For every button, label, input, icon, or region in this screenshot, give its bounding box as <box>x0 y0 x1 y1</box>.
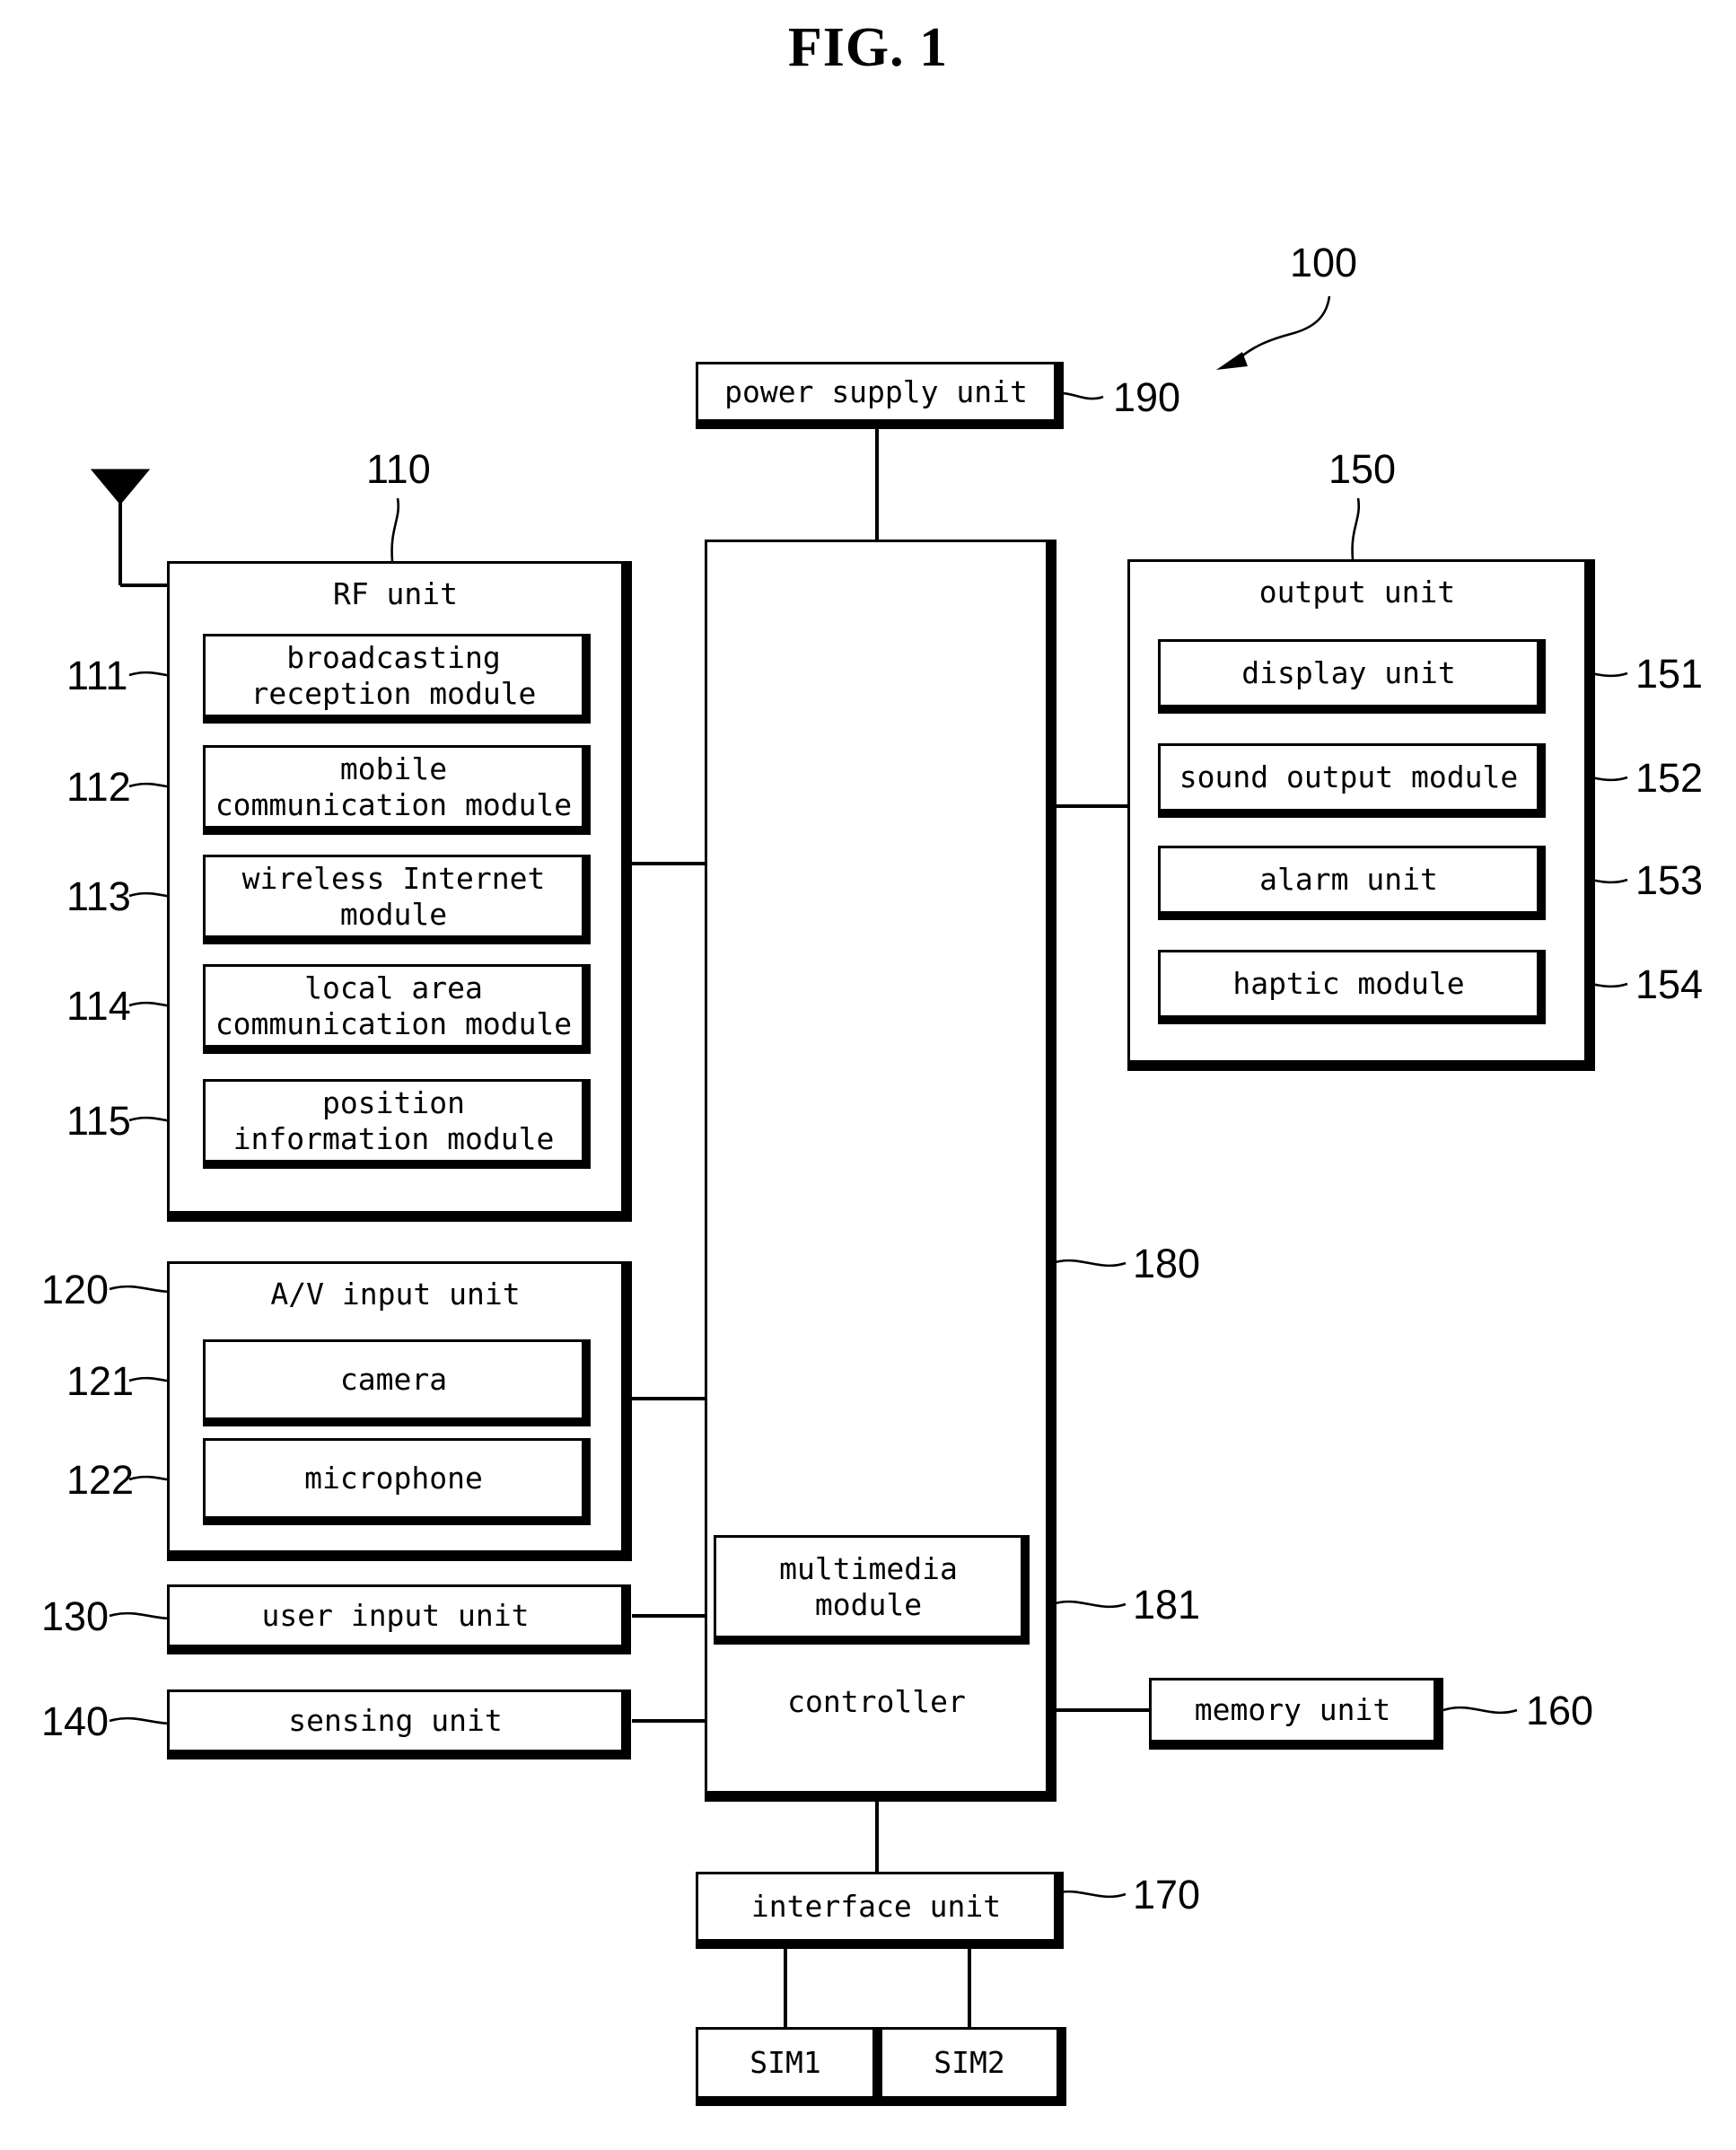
ref-153: 153 <box>1635 857 1704 903</box>
microphone-box: microphone <box>203 1438 584 1519</box>
ref-140: 140 <box>41 1698 110 1744</box>
ref-112: 112 <box>66 764 131 810</box>
ref-170: 170 <box>1133 1872 1201 1917</box>
ref-160: 160 <box>1526 1688 1594 1733</box>
wireless-internet-module-box: wireless Internet module <box>203 855 584 938</box>
ref-190: 190 <box>1113 374 1181 420</box>
ref-152: 152 <box>1635 755 1704 801</box>
user-input-unit-box: user input unit <box>167 1584 624 1647</box>
ref-150: 150 <box>1328 446 1397 492</box>
local-area-communication-module-box: local area communication module <box>203 964 584 1048</box>
ref-121: 121 <box>66 1358 135 1404</box>
figure-title: FIG. 1 <box>787 17 949 78</box>
power-supply-unit-label: power supply unit <box>724 373 1028 409</box>
memory-unit-label: memory unit <box>1194 1692 1391 1727</box>
display-unit-box: display unit <box>1158 639 1539 707</box>
camera-box: camera <box>203 1339 584 1420</box>
ref-110: 110 <box>366 446 431 492</box>
position-information-module-box: position information module <box>203 1079 584 1163</box>
ref-113: 113 <box>66 873 131 919</box>
broadcasting-reception-module-box: broadcasting reception module <box>203 634 584 717</box>
multimedia-module-label: multimedia module <box>779 1550 958 1622</box>
sim1-label: SIM1 <box>750 2045 821 2080</box>
sim2-box: SIM2 <box>880 2027 1059 2099</box>
alarm-unit-label: alarm unit <box>1259 862 1438 897</box>
haptic-module-label: haptic module <box>1232 966 1465 1001</box>
sensing-unit-box: sensing unit <box>167 1689 624 1752</box>
patent-figure-page: FIG. 1 power supply unit 190 100 RF unit… <box>0 0 1736 2150</box>
microphone-label: microphone <box>304 1461 483 1496</box>
haptic-module-box: haptic module <box>1158 950 1539 1018</box>
sim2-label: SIM2 <box>934 2045 1005 2080</box>
antenna-icon <box>90 469 151 505</box>
sound-output-module-label: sound output module <box>1179 759 1519 794</box>
interface-unit-box: interface unit <box>696 1872 1057 1942</box>
camera-label: camera <box>339 1362 448 1397</box>
position-information-module-label: position information module <box>232 1084 555 1156</box>
wireless-internet-module-label: wireless Internet module <box>241 860 546 932</box>
mobile-communication-module-box: mobile communication module <box>203 745 584 829</box>
ref-151: 151 <box>1635 651 1704 697</box>
local-area-communication-module-label: local area communication module <box>215 970 573 1041</box>
broadcasting-reception-module-label: broadcasting reception module <box>250 639 537 711</box>
ref-130: 130 <box>41 1593 110 1639</box>
ref-120: 120 <box>41 1267 110 1312</box>
user-input-unit-label: user input unit <box>261 1598 530 1633</box>
sensing-unit-label: sensing unit <box>288 1703 503 1738</box>
output-unit-label: output unit <box>1258 575 1456 610</box>
interface-unit-label: interface unit <box>750 1889 1002 1924</box>
ref-154: 154 <box>1635 961 1704 1007</box>
ref-122: 122 <box>66 1457 135 1503</box>
ref-111: 111 <box>66 653 128 698</box>
ref-100: 100 <box>1290 240 1358 285</box>
mobile-communication-module-label: mobile communication module <box>215 750 573 822</box>
ref-180: 180 <box>1133 1241 1201 1286</box>
alarm-unit-box: alarm unit <box>1158 846 1539 914</box>
ref-115: 115 <box>66 1098 131 1144</box>
display-unit-label: display unit <box>1241 655 1456 690</box>
rf-unit-label: RF unit <box>332 576 459 611</box>
multimedia-module-box: multimedia module <box>714 1535 1023 1638</box>
ref-181: 181 <box>1133 1582 1201 1628</box>
power-supply-unit-box: power supply unit <box>696 362 1057 422</box>
ref-114: 114 <box>66 983 131 1029</box>
controller-label: controller <box>787 1684 966 1719</box>
sim1-box: SIM1 <box>696 2027 875 2099</box>
memory-unit-box: memory unit <box>1149 1678 1436 1742</box>
av-input-unit-label: A/V input unit <box>270 1277 521 1312</box>
sound-output-module-box: sound output module <box>1158 743 1539 812</box>
